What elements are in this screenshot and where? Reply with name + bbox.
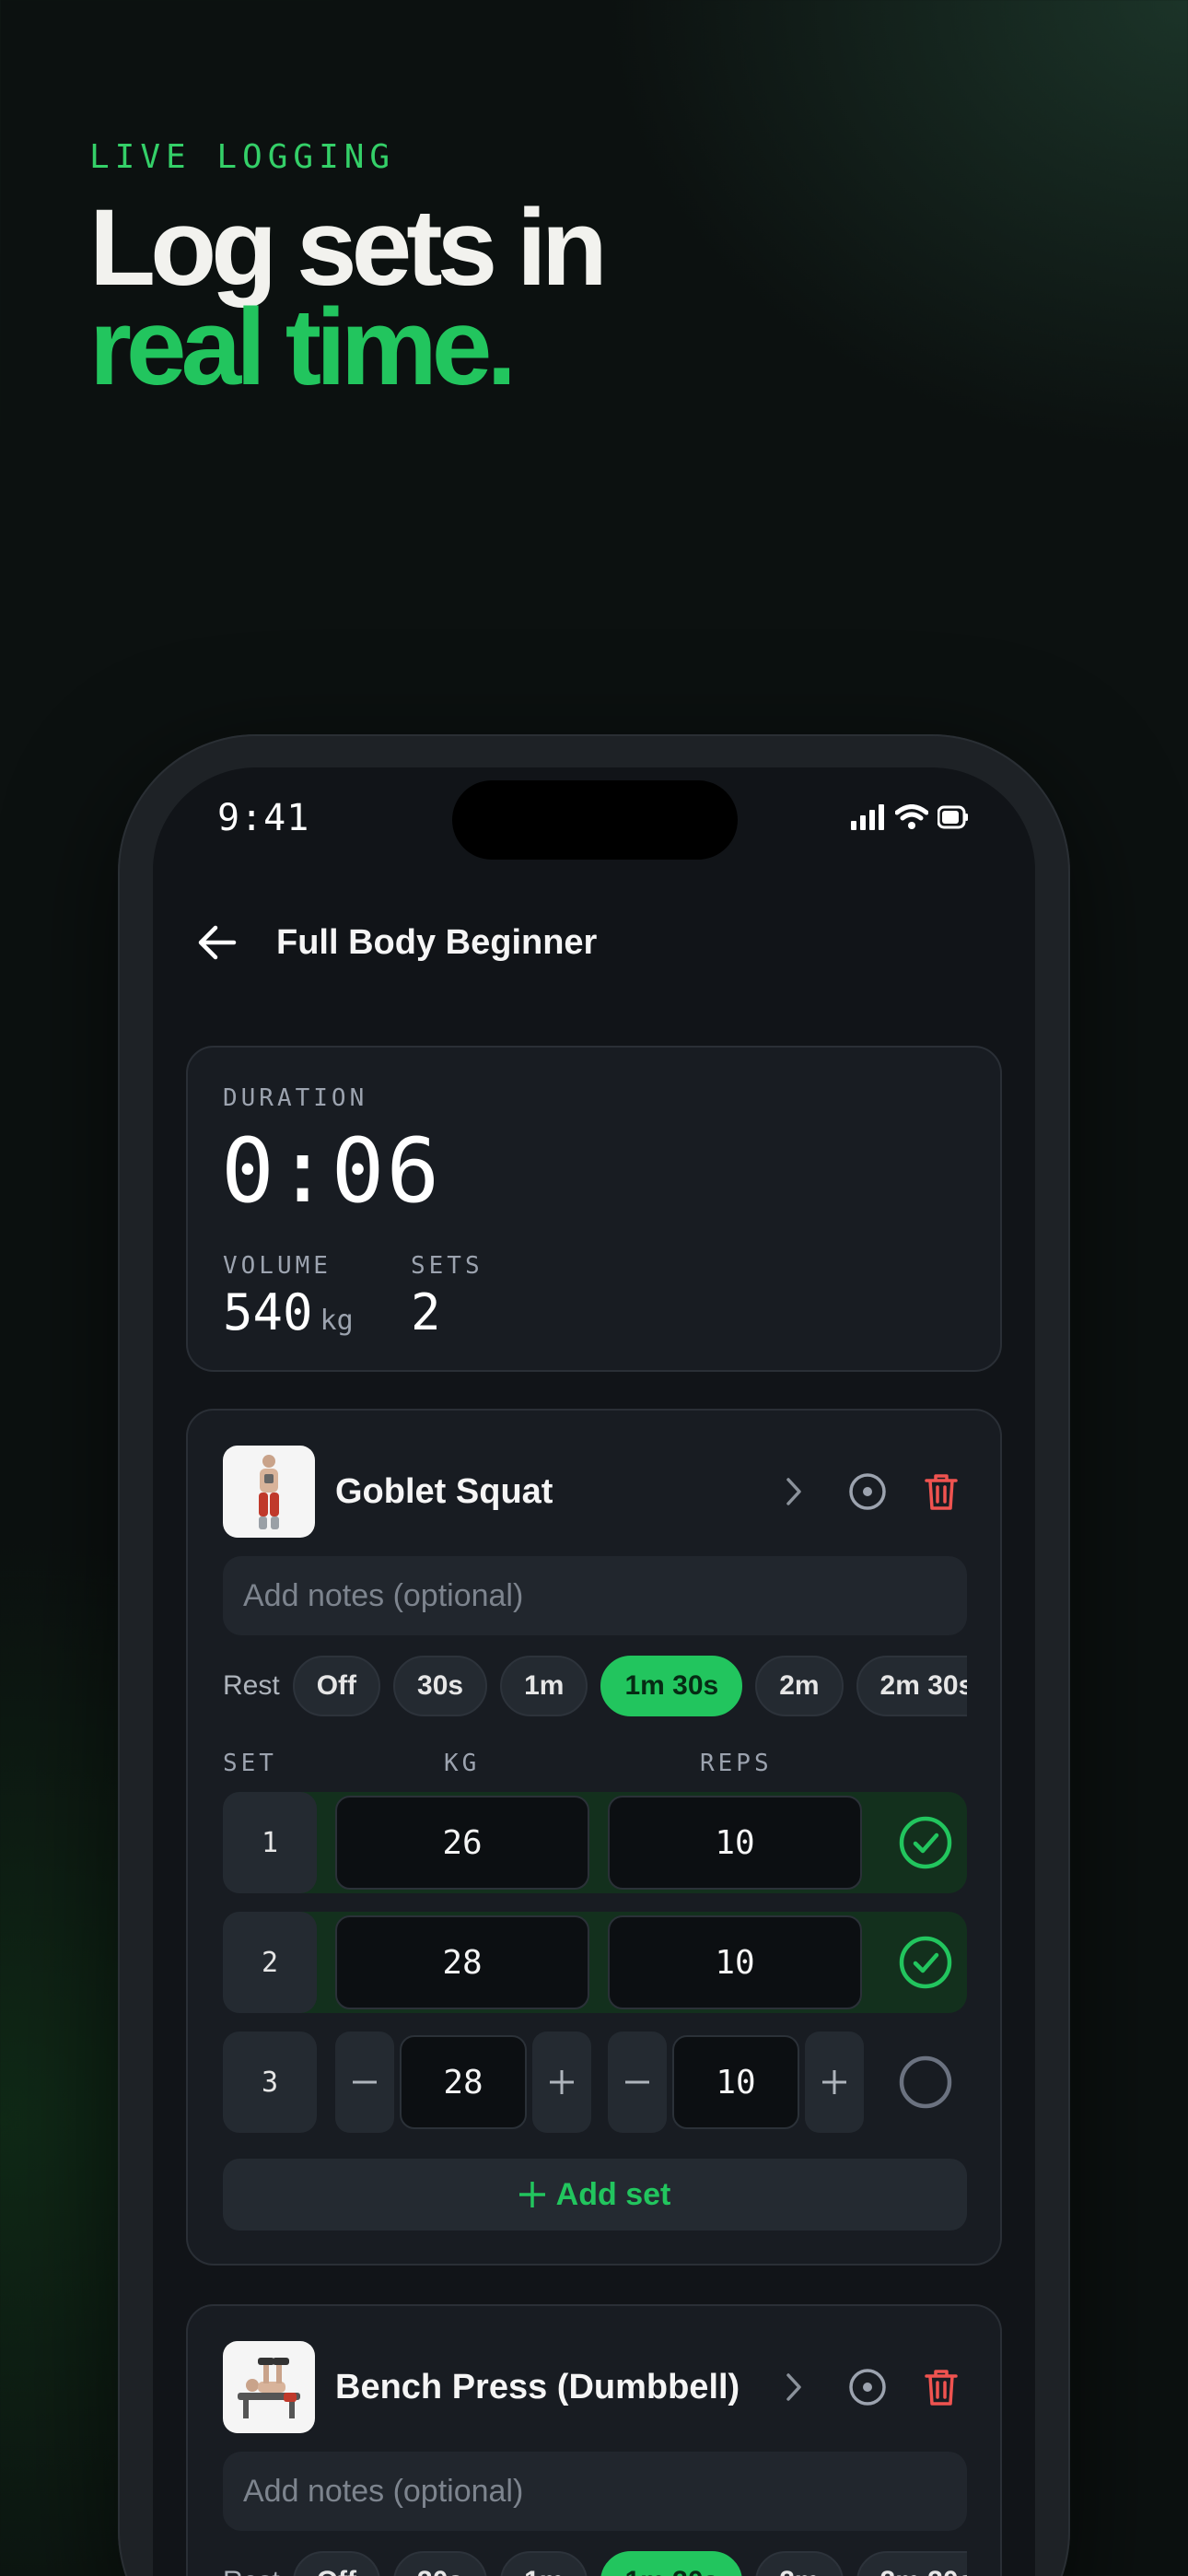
signal-icon xyxy=(851,804,884,830)
rest-chip-30s[interactable]: 30s xyxy=(393,2551,488,2576)
exercise-card-goblet-squat: Goblet Squat Add notes (optional) Rest O… xyxy=(186,1409,1002,2266)
duration-label: DURATION xyxy=(223,1084,368,1112)
set-number: 3 xyxy=(223,2032,317,2133)
exercise-name: Goblet Squat xyxy=(335,1471,553,1511)
volume-value: 540 kg xyxy=(223,1283,354,1341)
phone-frame: 9:41 Full Body Beginner DURATION 0:06 VO… xyxy=(118,734,1070,2576)
set-complete-check-icon[interactable] xyxy=(899,1816,952,1869)
set-row-active: 3 28 10 xyxy=(223,2032,967,2133)
squat-figure-icon xyxy=(259,1455,279,1529)
delete-exercise-button[interactable] xyxy=(917,2363,965,2411)
workout-title: Full Body Beginner xyxy=(276,922,598,962)
hero-eyebrow: LIVE LOGGING xyxy=(89,138,396,176)
minus-icon xyxy=(353,2080,377,2084)
reps-input[interactable]: 10 xyxy=(608,1796,862,1890)
rest-chip-1m[interactable]: 1m xyxy=(500,1656,588,1716)
kg-decrement-button[interactable] xyxy=(335,2032,394,2133)
add-set-label: Add set xyxy=(555,2176,671,2212)
kg-input[interactable]: 28 xyxy=(335,1915,589,2009)
kg-input[interactable]: 28 xyxy=(400,2035,527,2129)
exercise-name: Bench Press (Dumbbell) xyxy=(335,2367,740,2406)
arrow-left-icon xyxy=(198,925,237,960)
workout-summary-card: DURATION 0:06 VOLUME 540 kg SETS 2 xyxy=(186,1046,1002,1372)
exercise-thumbnail[interactable] xyxy=(223,2341,315,2433)
reps-input[interactable]: 10 xyxy=(608,1915,862,2009)
exercise-card-bench-press: Bench Press (Dumbbell) Add notes (option… xyxy=(186,2304,1002,2576)
notes-input[interactable]: Add notes (optional) xyxy=(223,2452,967,2531)
set-row: 1 26 10 xyxy=(223,1792,967,1893)
sets-label: SETS xyxy=(411,1252,483,1280)
exercise-details-button[interactable] xyxy=(770,2363,818,2411)
chevron-right-icon xyxy=(786,2373,801,2401)
nav-bar: Full Body Beginner xyxy=(190,915,597,970)
trash-icon xyxy=(925,1474,958,1510)
rest-chip-1m[interactable]: 1m xyxy=(500,2551,588,2576)
status-icons xyxy=(851,804,969,830)
notes-input[interactable]: Add notes (optional) xyxy=(223,1556,967,1635)
set-row: 2 28 10 xyxy=(223,1912,967,2013)
exercise-actions xyxy=(770,1468,965,1516)
plus-icon xyxy=(822,2070,846,2094)
delete-exercise-button[interactable] xyxy=(917,1468,965,1516)
dynamic-island xyxy=(452,780,738,860)
rest-chip-2m-30s[interactable]: 2m 30s xyxy=(856,1656,967,1716)
rest-chip-1m-30s[interactable]: 1m 30s xyxy=(600,1656,743,1716)
rest-timer-selector: Rest Off 30s 1m 1m 30s 2m 2m 30s xyxy=(223,2551,967,2576)
headline-line-1: Log sets in xyxy=(89,187,608,309)
bench-press-figure-icon xyxy=(238,2358,300,2418)
rest-chip-2m[interactable]: 2m xyxy=(755,1656,844,1716)
plus-icon xyxy=(518,2182,545,2207)
add-set-button[interactable]: Add set xyxy=(223,2159,967,2231)
rest-chip-off[interactable]: Off xyxy=(292,1656,381,1716)
hero-headline: Log sets in real time. xyxy=(89,187,608,408)
plus-icon xyxy=(550,2070,574,2094)
target-icon xyxy=(849,2369,886,2406)
rest-label: Rest xyxy=(223,1670,280,1701)
set-number: 2 xyxy=(223,1912,317,2013)
volume-unit: kg xyxy=(320,1305,354,1337)
set-complete-check-icon[interactable] xyxy=(899,1936,952,1989)
phone-screen: 9:41 Full Body Beginner DURATION 0:06 VO… xyxy=(153,767,1035,2576)
sets-value: 2 xyxy=(411,1283,441,1341)
rest-chip-1m-30s[interactable]: 1m 30s xyxy=(600,2551,743,2576)
set-incomplete-circle-icon[interactable] xyxy=(899,2055,952,2109)
rest-chip-2m[interactable]: 2m xyxy=(755,2551,844,2576)
reps-input[interactable]: 10 xyxy=(672,2035,799,2129)
volume-label: VOLUME xyxy=(223,1252,332,1280)
target-icon xyxy=(849,1473,886,1510)
reps-decrement-button[interactable] xyxy=(608,2032,667,2133)
minus-icon xyxy=(625,2080,649,2084)
exercise-details-button[interactable] xyxy=(770,1468,818,1516)
wifi-icon xyxy=(895,804,928,829)
headline-line-2: real time. xyxy=(89,287,517,408)
trash-icon xyxy=(925,2370,958,2406)
exercise-header: Bench Press (Dumbbell) xyxy=(223,2341,965,2433)
rest-chip-30s[interactable]: 30s xyxy=(393,1656,488,1716)
volume-number: 540 xyxy=(223,1283,313,1341)
kg-increment-button[interactable] xyxy=(532,2032,591,2133)
status-time: 9:41 xyxy=(217,797,310,839)
exercise-header: Goblet Squat xyxy=(223,1446,965,1538)
rest-timer-selector: Rest Off 30s 1m 1m 30s 2m 2m 30s xyxy=(223,1656,967,1716)
chevron-right-icon xyxy=(786,1478,801,1505)
exercise-target-button[interactable] xyxy=(844,1468,891,1516)
column-header-reps: REPS xyxy=(700,1750,773,1777)
rest-chip-2m-30s[interactable]: 2m 30s xyxy=(856,2551,967,2576)
exercise-thumbnail[interactable] xyxy=(223,1446,315,1538)
reps-increment-button[interactable] xyxy=(805,2032,864,2133)
set-number: 1 xyxy=(223,1792,317,1893)
battery-icon xyxy=(938,805,968,829)
exercise-target-button[interactable] xyxy=(844,2363,891,2411)
exercise-actions xyxy=(770,2363,965,2411)
column-header-kg: KG xyxy=(444,1750,481,1777)
back-button[interactable] xyxy=(190,915,245,970)
duration-value: 0:06 xyxy=(221,1119,442,1223)
kg-input[interactable]: 26 xyxy=(335,1796,589,1890)
rest-chip-off[interactable]: Off xyxy=(292,2551,381,2576)
column-header-set: SET xyxy=(223,1750,277,1777)
rest-label: Rest xyxy=(223,2566,280,2576)
